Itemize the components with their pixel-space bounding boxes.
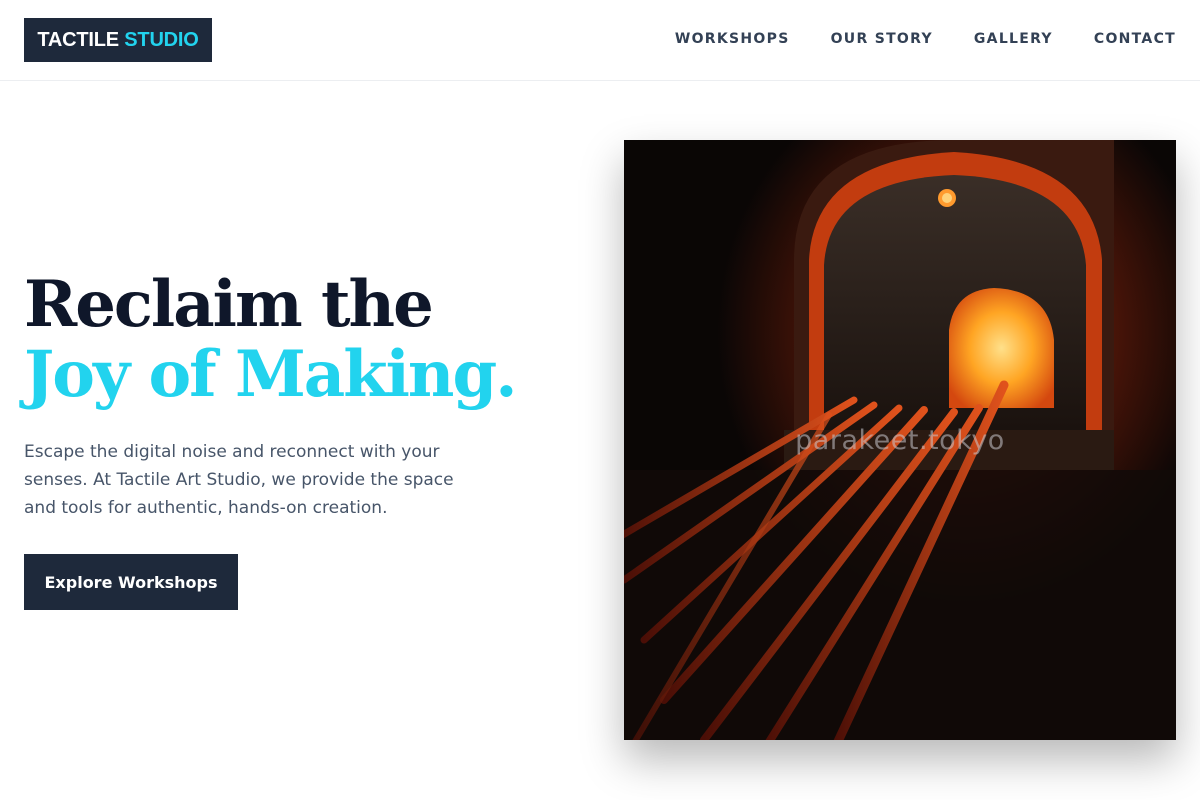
hero-description: Escape the digital noise and reconnect w… <box>24 442 454 518</box>
hero-title-line1: Reclaim the <box>24 267 434 342</box>
main-nav: WORKSHOPS OUR STORY GALLERY CONTACT <box>675 29 1176 49</box>
nav-item-workshops[interactable]: WORKSHOPS <box>675 29 790 49</box>
brand-logo[interactable]: TACTILE STUDIO <box>24 18 212 62</box>
nav-item-contact[interactable]: CONTACT <box>1094 29 1176 49</box>
site-header: TACTILE STUDIO WORKSHOPS OUR STORY GALLE… <box>0 0 1200 81</box>
brand-name-accent: STUDIO <box>124 29 199 51</box>
hero-title-line2: Joy of Making. <box>24 337 517 412</box>
nav-item-gallery[interactable]: GALLERY <box>974 29 1053 49</box>
hero-title: Reclaim the Joy of Making. <box>24 270 584 410</box>
image-watermark: parakeet.tokyo <box>795 425 1005 456</box>
explore-workshops-button[interactable]: Explore Workshops <box>24 554 238 610</box>
nav-item-our-story[interactable]: OUR STORY <box>831 29 933 49</box>
hero-image: parakeet.tokyo <box>624 140 1176 740</box>
brand-name-primary: TACTILE <box>37 29 119 51</box>
